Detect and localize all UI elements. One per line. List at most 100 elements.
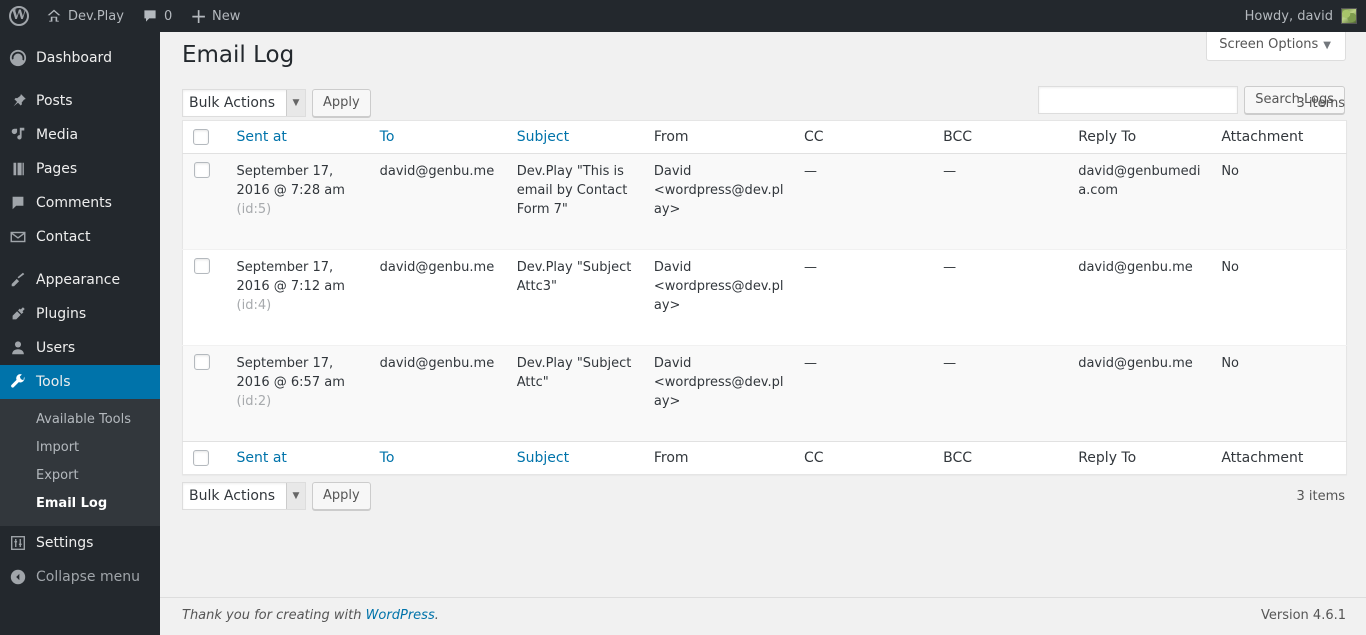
sort-link-subject-footer[interactable]: Subject [517, 450, 569, 466]
submenu-item-label: Export [36, 468, 79, 483]
submenu-item-available-tools[interactable]: Available Tools [0, 406, 160, 434]
tablenav-bottom: Bulk Actions ▼ Apply 3 items [182, 481, 1346, 511]
column-header-attachment: Attachment [1211, 120, 1347, 154]
tools-submenu: Available Tools Import Export Email Log [0, 399, 160, 526]
submenu-item-label: Available Tools [36, 412, 131, 427]
cell-attachment: No [1221, 164, 1239, 179]
page-wrap: Email Log Search Logs Bulk Actions ▼ App… [160, 32, 1366, 511]
submenu-item-label: Import [36, 440, 80, 455]
sidebar-item-pages[interactable]: Pages [0, 152, 160, 186]
sent-at-id: (id:5) [236, 202, 272, 217]
sort-link-sent-at[interactable]: Sent at [237, 129, 287, 145]
column-header-to: To [369, 120, 507, 154]
menu-spacer-top [0, 32, 160, 41]
sidebar-item-posts[interactable]: Posts [0, 84, 160, 118]
chevron-down-icon: ▼ [286, 483, 305, 509]
pages-icon [0, 160, 36, 178]
cell-reply-to: david@genbu.me [1078, 356, 1193, 371]
table-header-row: Sent at To Subject From CC BCC Reply To … [182, 120, 1347, 154]
footer-thankyou: Thank you for creating with WordPress. [182, 608, 439, 623]
cell-subject: Dev.Play "Subject Attc3" [516, 260, 632, 294]
bulk-actions-select-top[interactable]: Bulk Actions ▼ [182, 89, 306, 117]
new-content-menu[interactable]: + New [181, 0, 249, 32]
column-header-subject: Subject [506, 120, 644, 154]
cell-subject: Dev.Play "Subject Attc" [516, 356, 632, 390]
column-footer-to: To [369, 441, 507, 475]
new-label: New [211, 8, 241, 24]
table-body: September 17, 2016 @ 7:28 am (id:5) davi… [182, 153, 1347, 442]
brush-icon [0, 271, 36, 289]
sidebar-item-label: Media [36, 127, 79, 143]
submenu-item-email-log[interactable]: Email Log [0, 490, 160, 518]
column-footer-bcc: BCC [933, 441, 1069, 475]
row-checkbox[interactable] [194, 258, 210, 274]
cell-bcc: — [943, 356, 957, 371]
sidebar-item-plugins[interactable]: Plugins [0, 297, 160, 331]
sidebar-item-dashboard[interactable]: Dashboard [0, 41, 160, 75]
sidebar-item-label: Tools [36, 374, 71, 390]
screen-options-label: Screen Options [1219, 37, 1319, 52]
collapse-menu-button[interactable]: Collapse menu [0, 560, 160, 594]
wordpress-logo-button[interactable]: W [0, 0, 37, 32]
bulk-actions-select-bottom[interactable]: Bulk Actions ▼ [182, 482, 306, 510]
submenu-item-import[interactable]: Import [0, 434, 160, 462]
collapse-arrow-icon [0, 568, 36, 586]
apply-button-bottom[interactable]: Apply [312, 482, 371, 510]
column-header-cc: CC [793, 120, 934, 154]
site-name-menu[interactable]: Dev.Play [37, 0, 133, 32]
sort-link-to[interactable]: To [380, 129, 395, 145]
tablenav-top: Bulk Actions ▼ Apply 3 items [182, 88, 1346, 118]
sidebar-item-appearance[interactable]: Appearance [0, 263, 160, 297]
table-foot: Sent at To Subject From CC BCC Reply To … [182, 441, 1347, 475]
bulk-actions-selected-label: Bulk Actions [189, 488, 276, 504]
bulk-actions-selected-label: Bulk Actions [189, 95, 276, 111]
menu-separator-1 [0, 75, 160, 84]
cell-from: David <wordpress@dev.play> [653, 260, 784, 313]
sort-link-sent-at-footer[interactable]: Sent at [237, 450, 287, 466]
row-checkbox[interactable] [194, 162, 210, 178]
sidebar-item-users[interactable]: Users [0, 331, 160, 365]
dashboard-icon [0, 49, 36, 67]
pin-icon [0, 92, 36, 110]
sort-link-subject[interactable]: Subject [517, 129, 569, 145]
sidebar-item-label: Comments [36, 195, 112, 211]
table-row: September 17, 2016 @ 6:57 am (id:2) davi… [182, 345, 1347, 442]
plus-icon: + [190, 4, 207, 28]
wordpress-link[interactable]: WordPress [366, 608, 435, 623]
user-icon [0, 339, 36, 357]
main-content-area: Screen Options ▼ Email Log Search Logs Bu… [160, 32, 1366, 635]
screen-options-button[interactable]: Screen Options ▼ [1206, 32, 1346, 61]
row-select-cell [183, 154, 227, 250]
table-row: September 17, 2016 @ 7:28 am (id:5) davi… [182, 153, 1347, 250]
sidebar-item-label: Plugins [36, 306, 87, 322]
sidebar-item-settings[interactable]: Settings [0, 526, 160, 560]
cell-bcc: — [943, 164, 957, 179]
submenu-item-label: Email Log [36, 496, 108, 511]
comment-bubble-icon [142, 8, 158, 24]
cell-from: David <wordpress@dev.play> [653, 356, 784, 409]
column-footer-from: From [643, 441, 794, 475]
admin-sidebar-menu: Dashboard Posts Media Pages Comments Con… [0, 32, 168, 635]
apply-button-top[interactable]: Apply [312, 89, 371, 117]
mail-icon [0, 228, 36, 246]
row-checkbox[interactable] [194, 354, 210, 370]
cell-to: david@genbu.me [379, 356, 495, 371]
footer-thankyou-prefix: Thank you for creating with [182, 608, 366, 623]
sent-at-time: @ 6:57 am [273, 375, 345, 390]
select-all-checkbox[interactable] [193, 129, 209, 145]
chevron-down-icon: ▼ [1323, 40, 1331, 51]
my-account-menu[interactable]: Howdy, david [1236, 0, 1366, 32]
cell-cc: — [803, 260, 817, 275]
items-count-top: 3 items [1296, 95, 1345, 111]
admin-footer: Thank you for creating with WordPress. V… [160, 597, 1366, 635]
cell-to: david@genbu.me [379, 164, 495, 179]
sidebar-item-tools[interactable]: Tools [0, 365, 168, 399]
sidebar-item-contact[interactable]: Contact [0, 220, 160, 254]
select-all-checkbox-footer[interactable] [193, 450, 209, 466]
sort-link-to-footer[interactable]: To [380, 450, 395, 466]
comments-bubble-button[interactable]: 0 [133, 0, 181, 32]
sidebar-item-comments[interactable]: Comments [0, 186, 160, 220]
menu-separator-2 [0, 254, 160, 263]
sidebar-item-media[interactable]: Media [0, 118, 160, 152]
submenu-item-export[interactable]: Export [0, 462, 160, 490]
